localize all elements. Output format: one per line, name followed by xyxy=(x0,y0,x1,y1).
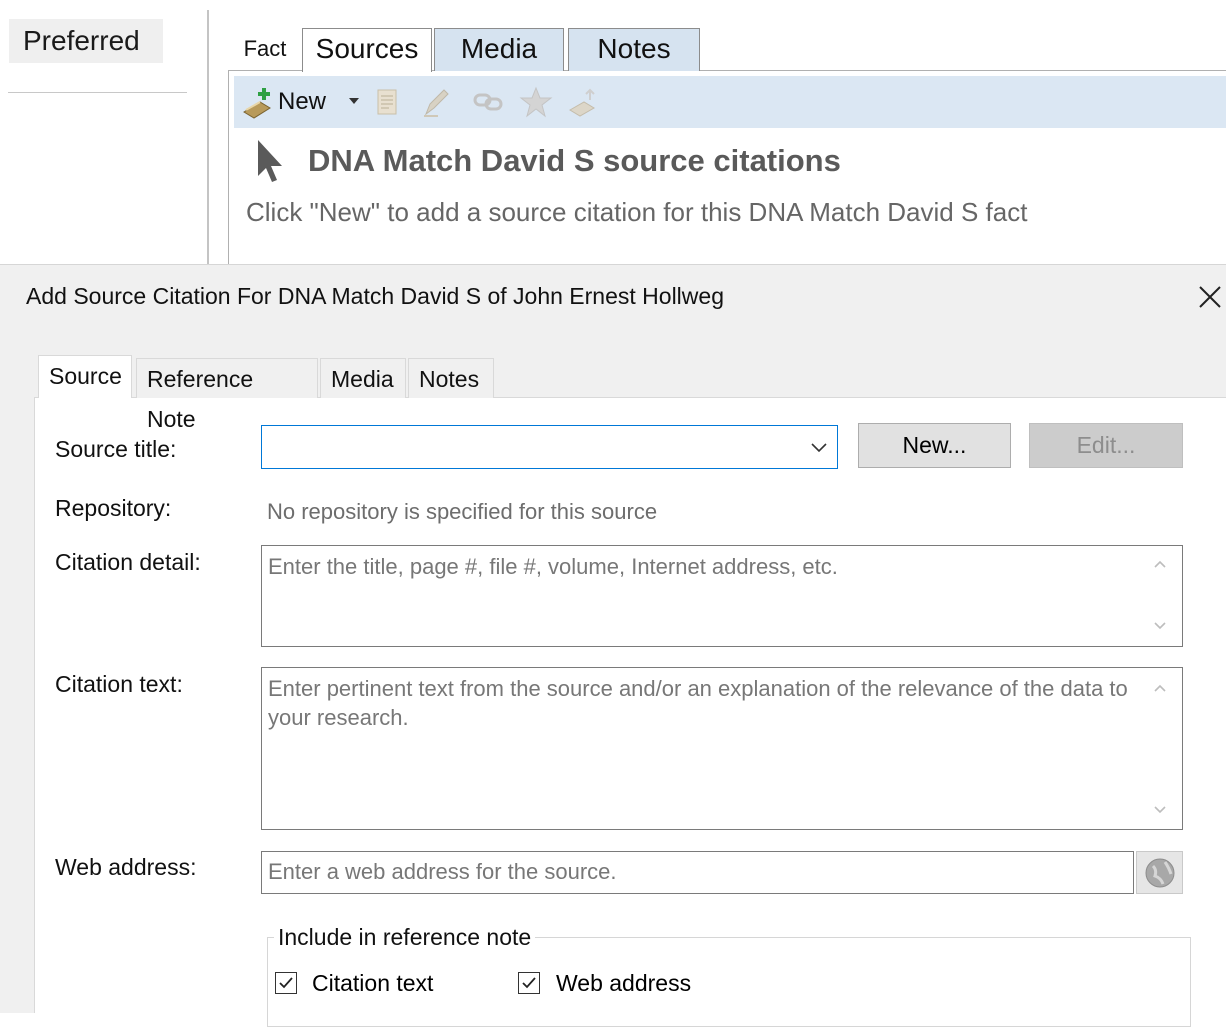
preferred-label: Preferred xyxy=(9,19,163,63)
source-title-combobox[interactable] xyxy=(261,425,838,469)
tab-media[interactable]: Media xyxy=(320,358,406,398)
web-address-placeholder: Enter a web address for the source. xyxy=(268,859,617,884)
dropdown-arrow-icon[interactable] xyxy=(346,90,362,110)
citation-text-textarea[interactable]: Enter pertinent text from the source and… xyxy=(261,667,1183,830)
citation-text-label: Citation text: xyxy=(55,671,183,697)
citation-text-checkbox-label[interactable]: Citation text xyxy=(312,970,433,997)
web-address-checkbox[interactable] xyxy=(518,972,540,994)
repository-label: Repository: xyxy=(55,495,172,521)
citation-text-checkbox[interactable] xyxy=(275,972,297,994)
chevron-down-icon[interactable] xyxy=(808,436,830,458)
web-address-checkbox-label[interactable]: Web address xyxy=(556,970,691,997)
checkmark-icon xyxy=(279,977,293,989)
citation-detail-placeholder: Enter the title, page #, file #, volume,… xyxy=(268,554,838,579)
globe-icon xyxy=(1143,856,1177,890)
scroll-down-icon[interactable] xyxy=(1150,618,1170,639)
tab-sources[interactable]: Sources xyxy=(302,28,432,72)
include-group-label: Include in reference note xyxy=(274,924,536,951)
copy-icon[interactable] xyxy=(370,84,406,120)
citation-detail-textarea[interactable]: Enter the title, page #, file #, volume,… xyxy=(261,545,1183,647)
tab-reference-note[interactable]: Reference Note xyxy=(136,358,318,432)
edit-source-button[interactable]: Edit... xyxy=(1029,423,1183,468)
new-source-button[interactable]: New... xyxy=(858,423,1011,468)
web-address-input[interactable]: Enter a web address for the source. xyxy=(261,851,1134,894)
new-button[interactable]: New xyxy=(278,84,326,120)
pane-splitter[interactable] xyxy=(207,10,209,264)
sources-heading: DNA Match David S source citations xyxy=(308,143,841,178)
link-icon[interactable] xyxy=(470,84,506,120)
tab-notes[interactable]: Notes xyxy=(408,358,494,398)
web-address-label: Web address: xyxy=(55,854,197,880)
star-icon[interactable] xyxy=(518,84,554,120)
checkmark-icon xyxy=(522,977,536,989)
repository-value: No repository is specified for this sour… xyxy=(267,499,658,524)
edit-pencil-icon[interactable] xyxy=(418,84,454,120)
open-web-address-button[interactable] xyxy=(1136,851,1183,894)
tab-media[interactable]: Media xyxy=(434,28,564,71)
tab-fact[interactable]: Fact xyxy=(230,28,300,71)
source-title-label: Source title: xyxy=(55,436,177,462)
citation-detail-label: Citation detail: xyxy=(55,549,201,575)
fact-panel: Preferred Fact Sources Media Notes New D… xyxy=(0,0,1226,264)
new-citation-icon[interactable] xyxy=(240,82,276,122)
sign-icon[interactable] xyxy=(566,84,602,120)
scroll-up-icon[interactable] xyxy=(1150,680,1170,701)
dialog-title: Add Source Citation For DNA Match David … xyxy=(26,283,724,309)
sources-hint: Click "New" to add a source citation for… xyxy=(246,197,1028,227)
scroll-down-icon[interactable] xyxy=(1150,802,1170,823)
cursor-arrow-icon xyxy=(256,138,286,186)
tab-notes[interactable]: Notes xyxy=(568,28,700,71)
citation-text-placeholder: Enter pertinent text from the source and… xyxy=(268,676,1128,730)
scroll-up-icon[interactable] xyxy=(1150,556,1170,577)
divider xyxy=(8,92,187,93)
close-icon[interactable] xyxy=(1197,278,1226,314)
tab-source[interactable]: Source xyxy=(38,355,132,398)
